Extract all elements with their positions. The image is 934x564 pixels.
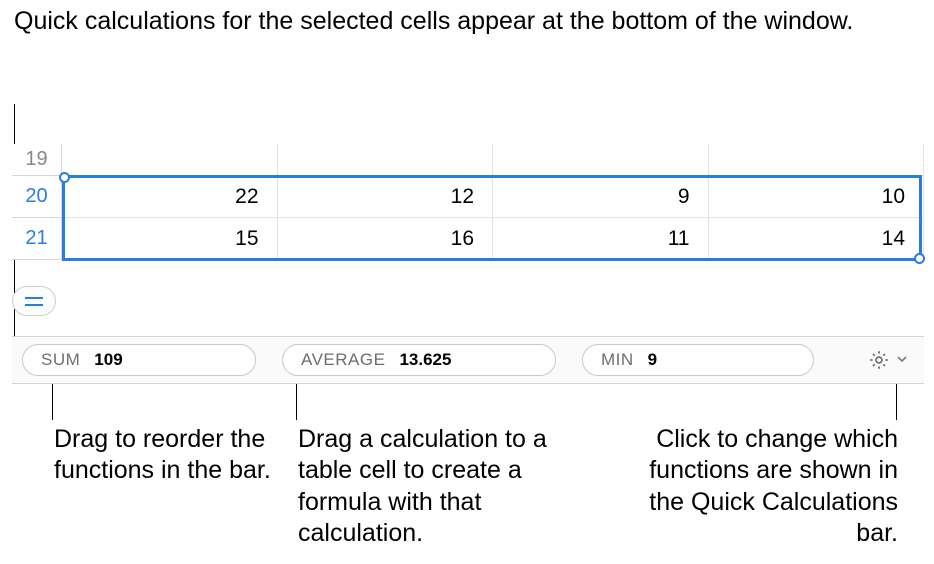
cell[interactable]: 15 bbox=[62, 218, 278, 260]
cell[interactable] bbox=[709, 144, 925, 176]
equals-icon bbox=[25, 297, 43, 306]
chevron-down-icon bbox=[896, 353, 908, 368]
cell[interactable]: 9 bbox=[493, 176, 709, 218]
row-header-20[interactable]: 20 bbox=[12, 176, 62, 218]
cell[interactable] bbox=[493, 144, 709, 176]
calc-pill-average[interactable]: AVERAGE 13.625 bbox=[282, 344, 556, 376]
calc-value: 13.625 bbox=[399, 350, 451, 370]
calc-value: 9 bbox=[648, 350, 657, 370]
callout-line-2 bbox=[296, 384, 297, 420]
callout-line-1 bbox=[52, 384, 53, 420]
cell[interactable]: 14 bbox=[709, 218, 925, 260]
calc-label: SUM bbox=[41, 350, 80, 370]
table-row: 20 22 12 9 10 bbox=[12, 176, 924, 218]
cell[interactable] bbox=[62, 144, 278, 176]
row-header-19[interactable]: 19 bbox=[12, 144, 62, 176]
calc-label: AVERAGE bbox=[301, 350, 385, 370]
cell[interactable]: 22 bbox=[62, 176, 278, 218]
annotation-drag-to-cell: Drag a calculation to a table cell to cr… bbox=[298, 424, 568, 549]
table-row: 21 15 16 11 14 bbox=[12, 218, 924, 260]
quick-calculations-bar: SUM 109 AVERAGE 13.625 MIN 9 bbox=[12, 336, 924, 384]
annotation-top: Quick calculations for the selected cell… bbox=[14, 6, 853, 37]
calc-pill-min[interactable]: MIN 9 bbox=[582, 344, 814, 376]
cell[interactable]: 10 bbox=[709, 176, 925, 218]
row-header-21[interactable]: 21 bbox=[12, 218, 62, 260]
quick-calc-settings-button[interactable] bbox=[862, 345, 914, 375]
cell[interactable]: 11 bbox=[493, 218, 709, 260]
cell[interactable]: 12 bbox=[278, 176, 494, 218]
calc-pill-sum[interactable]: SUM 109 bbox=[22, 344, 256, 376]
cell[interactable] bbox=[278, 144, 494, 176]
spreadsheet-fragment: 19 20 22 12 9 10 21 15 16 11 14 bbox=[12, 144, 924, 260]
annotation-gear: Click to change which functions are show… bbox=[618, 424, 898, 549]
cell[interactable]: 16 bbox=[278, 218, 494, 260]
calc-value: 109 bbox=[94, 350, 122, 370]
table-row: 19 bbox=[12, 144, 924, 176]
calc-label: MIN bbox=[601, 350, 634, 370]
callout-line-3 bbox=[896, 384, 897, 420]
gear-icon bbox=[868, 349, 890, 371]
insert-formula-button[interactable] bbox=[12, 286, 56, 316]
annotation-reorder: Drag to reorder the functions in the bar… bbox=[54, 424, 284, 487]
